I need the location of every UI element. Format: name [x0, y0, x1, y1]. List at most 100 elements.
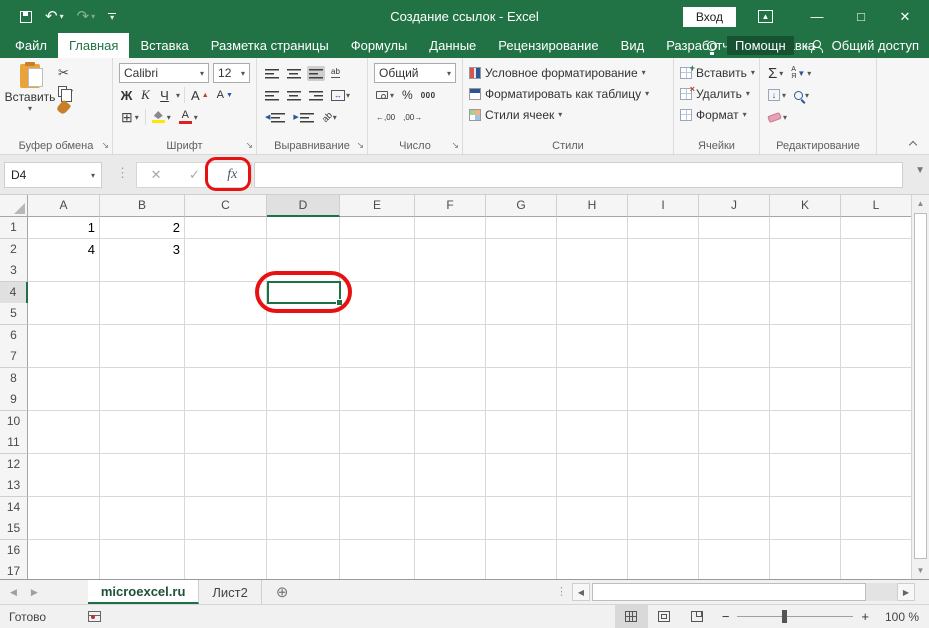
increase-decimal-button[interactable]: ←,00	[374, 112, 397, 123]
cell-B6[interactable]	[100, 324, 185, 347]
insert-cells-button[interactable]: + Вставить ▾	[678, 62, 755, 83]
cell-K5[interactable]	[770, 303, 841, 325]
cell-J1[interactable]	[699, 217, 770, 239]
number-dialog-launcher-icon[interactable]: ↘	[451, 140, 459, 151]
align-top-button[interactable]	[263, 66, 281, 81]
minimize-button[interactable]: —	[795, 0, 839, 33]
cell-J2[interactable]	[699, 238, 770, 261]
cell-G6[interactable]	[486, 324, 557, 347]
align-right-button[interactable]	[307, 88, 325, 103]
cell-K13[interactable]	[770, 475, 841, 497]
cell-F1[interactable]	[415, 217, 486, 239]
next-sheet-icon[interactable]: ▶	[31, 587, 38, 598]
column-header-L[interactable]: L	[841, 195, 912, 217]
hscroll-left-icon[interactable]: ◀	[572, 583, 590, 601]
cell-I15[interactable]	[628, 518, 699, 540]
column-header-C[interactable]: C	[185, 195, 267, 217]
cell-G4[interactable]	[486, 281, 557, 304]
zoom-slider-handle[interactable]	[782, 610, 788, 623]
column-header-A[interactable]: A	[28, 195, 100, 217]
cell-A2[interactable]: 4	[28, 238, 100, 261]
share-button[interactable]: Общий доступ	[832, 38, 919, 53]
cell-E7[interactable]	[340, 346, 415, 368]
cell-L3[interactable]	[841, 260, 912, 282]
column-header-I[interactable]: I	[628, 195, 699, 217]
cell-K12[interactable]	[770, 453, 841, 476]
cell-E17[interactable]	[340, 561, 415, 579]
cell-L4[interactable]	[841, 281, 912, 304]
cell-E15[interactable]	[340, 518, 415, 540]
cell-A6[interactable]	[28, 324, 100, 347]
cell-A8[interactable]	[28, 367, 100, 390]
cell-K3[interactable]	[770, 260, 841, 282]
cell-A5[interactable]	[28, 303, 100, 325]
cell-A13[interactable]	[28, 475, 100, 497]
cell-D1[interactable]	[267, 217, 340, 239]
insert-function-button[interactable]: fx	[227, 167, 237, 183]
cell-H3[interactable]	[557, 260, 628, 282]
row-header-1[interactable]: 1	[0, 217, 28, 239]
font-color-button[interactable]: А ▾	[177, 109, 200, 125]
prev-sheet-icon[interactable]: ◀	[10, 587, 17, 598]
cell-F16[interactable]	[415, 539, 486, 562]
cell-C4[interactable]	[185, 281, 267, 304]
column-header-E[interactable]: E	[340, 195, 415, 217]
cell-I9[interactable]	[628, 389, 699, 411]
cell-G13[interactable]	[486, 475, 557, 497]
bold-button[interactable]: Ж	[119, 88, 134, 103]
cell-J17[interactable]	[699, 561, 770, 579]
ribbon-tab-3[interactable]: Разметка страницы	[200, 33, 340, 58]
undo-icon[interactable]: ↶ ▾	[45, 9, 64, 24]
cell-L11[interactable]	[841, 432, 912, 454]
cell-H8[interactable]	[557, 367, 628, 390]
cell-G9[interactable]	[486, 389, 557, 411]
row-header-11[interactable]: 11	[0, 432, 28, 454]
cell-J6[interactable]	[699, 324, 770, 347]
row-header-15[interactable]: 15	[0, 518, 28, 540]
cell-B10[interactable]	[100, 410, 185, 433]
cell-K2[interactable]	[770, 238, 841, 261]
row-header-7[interactable]: 7	[0, 346, 28, 368]
scroll-down-icon[interactable]: ▼	[912, 562, 929, 579]
cell-L16[interactable]	[841, 539, 912, 562]
cell-L1[interactable]	[841, 217, 912, 239]
format-as-table-button[interactable]: Форматировать как таблицу ▾	[467, 83, 669, 104]
cell-H4[interactable]	[557, 281, 628, 304]
column-header-J[interactable]: J	[699, 195, 770, 217]
cell-G7[interactable]	[486, 346, 557, 368]
cell-L5[interactable]	[841, 303, 912, 325]
cell-I3[interactable]	[628, 260, 699, 282]
cell-C9[interactable]	[185, 389, 267, 411]
cell-E13[interactable]	[340, 475, 415, 497]
cell-A14[interactable]	[28, 496, 100, 519]
cell-F8[interactable]	[415, 367, 486, 390]
cell-L15[interactable]	[841, 518, 912, 540]
cell-B16[interactable]	[100, 539, 185, 562]
cell-B3[interactable]	[100, 260, 185, 282]
cell-D17[interactable]	[267, 561, 340, 579]
cell-I1[interactable]	[628, 217, 699, 239]
cell-G12[interactable]	[486, 453, 557, 476]
column-header-G[interactable]: G	[486, 195, 557, 217]
row-header-10[interactable]: 10	[0, 410, 28, 433]
cell-C6[interactable]	[185, 324, 267, 347]
formula-input[interactable]	[254, 162, 903, 188]
ribbon-display-options-icon[interactable]: ▲	[758, 10, 773, 23]
ribbon-tab-6[interactable]: Рецензирование	[487, 33, 609, 58]
cell-H15[interactable]	[557, 518, 628, 540]
customize-qat-icon[interactable]: ▾	[108, 12, 117, 22]
cell-E14[interactable]	[340, 496, 415, 519]
paste-button[interactable]: Вставить ▾	[4, 62, 56, 136]
select-all-corner[interactable]	[0, 195, 28, 217]
cell-H9[interactable]	[557, 389, 628, 411]
alignment-dialog-launcher-icon[interactable]: ↘	[356, 140, 364, 151]
cell-J5[interactable]	[699, 303, 770, 325]
cell-I4[interactable]	[628, 281, 699, 304]
save-icon[interactable]	[20, 10, 32, 23]
cell-C2[interactable]	[185, 238, 267, 261]
cell-G1[interactable]	[486, 217, 557, 239]
cell-H5[interactable]	[557, 303, 628, 325]
cell-J11[interactable]	[699, 432, 770, 454]
cell-G11[interactable]	[486, 432, 557, 454]
cell-D9[interactable]	[267, 389, 340, 411]
